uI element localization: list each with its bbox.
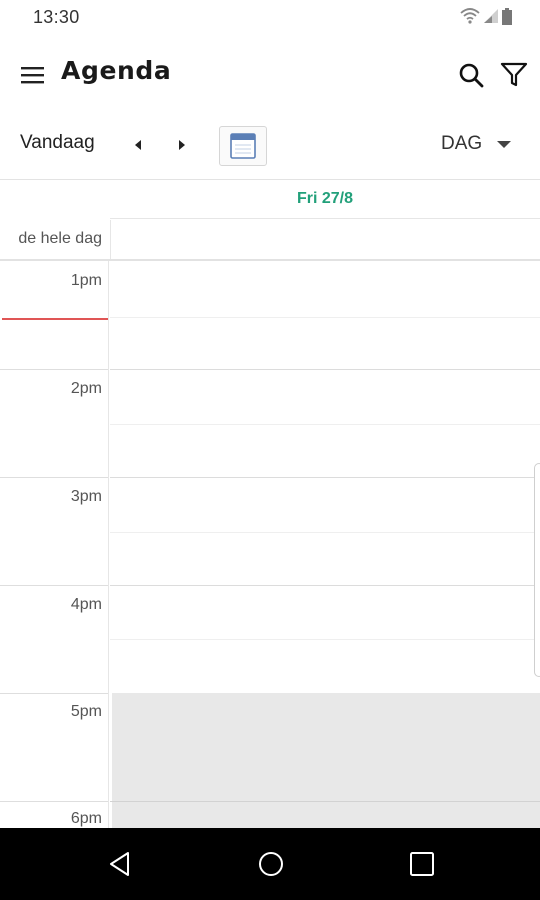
datepicker-button[interactable] (219, 126, 267, 166)
recent-apps-icon (410, 852, 434, 876)
next-button[interactable] (170, 134, 192, 156)
scroll-handle[interactable] (534, 463, 540, 677)
time-column: 1pm 2pm 3pm 4pm 5pm 6pm (0, 261, 109, 828)
home-icon (259, 852, 283, 876)
hour-label-5pm: 5pm (70, 703, 102, 720)
hour-divider (0, 693, 108, 694)
signal-icon (484, 9, 498, 23)
battery-icon (502, 7, 512, 25)
filter-button[interactable] (499, 60, 529, 90)
nav-recent-button[interactable] (408, 850, 436, 878)
hour-label-1pm: 1pm (70, 272, 102, 289)
hour-label-6pm: 6pm (70, 810, 102, 827)
hour-line (110, 801, 540, 802)
allday-label: de hele dag (18, 230, 102, 247)
hour-line (110, 369, 540, 370)
allday-cell[interactable] (110, 220, 540, 260)
menu-button[interactable] (18, 64, 48, 86)
hour-label-4pm: 4pm (70, 596, 102, 613)
today-button[interactable]: Vandaag (20, 132, 95, 154)
half-hour-line (110, 424, 540, 425)
status-time: 13:30 (33, 7, 80, 27)
hour-divider (0, 585, 108, 586)
offhours-region (112, 693, 540, 828)
hour-line (110, 477, 540, 478)
hour-divider (0, 369, 108, 370)
day-grid[interactable] (110, 261, 540, 828)
prev-button[interactable] (128, 134, 150, 156)
hour-label-2pm: 2pm (70, 380, 102, 397)
status-icons (460, 6, 512, 26)
view-select[interactable]: DAG (434, 132, 524, 158)
calendar-icon (230, 133, 256, 159)
next-icon (179, 140, 185, 150)
hour-divider (0, 477, 108, 478)
prev-icon (135, 140, 141, 150)
status-bar: 13:30 (0, 0, 540, 34)
view-selected-label: DAG (441, 133, 483, 154)
current-time-indicator (2, 318, 108, 320)
half-hour-line (110, 639, 540, 640)
search-icon (459, 63, 484, 88)
wifi-icon (460, 8, 480, 24)
filter-icon (500, 62, 528, 87)
calendar-toolbar: Vandaag DAG (0, 110, 540, 180)
half-hour-line (110, 532, 540, 533)
page-title: Agenda (61, 56, 172, 85)
nav-back-button[interactable] (106, 850, 134, 878)
nav-home-button[interactable] (257, 850, 285, 878)
half-hour-line (110, 317, 540, 318)
hour-divider (0, 801, 108, 802)
app-bar: Agenda (0, 34, 540, 110)
search-button[interactable] (457, 61, 485, 89)
day-header: Fri 27/8 (110, 181, 540, 219)
hour-line (110, 585, 540, 586)
back-icon (110, 852, 129, 876)
hour-label-3pm: 3pm (70, 488, 102, 505)
day-header-label: Fri 27/8 (296, 190, 354, 207)
caret-down-icon (497, 141, 511, 148)
menu-icon (21, 67, 44, 84)
system-nav-bar (0, 828, 540, 900)
